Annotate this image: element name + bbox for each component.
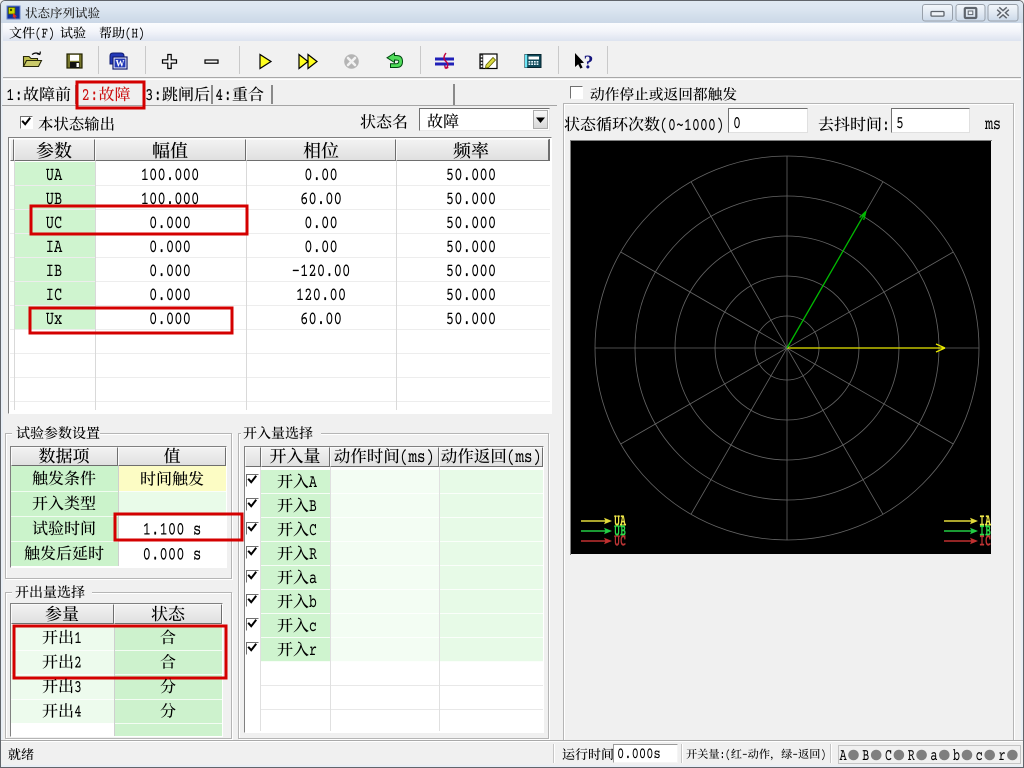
svg-text:W: W	[116, 59, 125, 69]
svg-text:?: ?	[584, 53, 594, 74]
